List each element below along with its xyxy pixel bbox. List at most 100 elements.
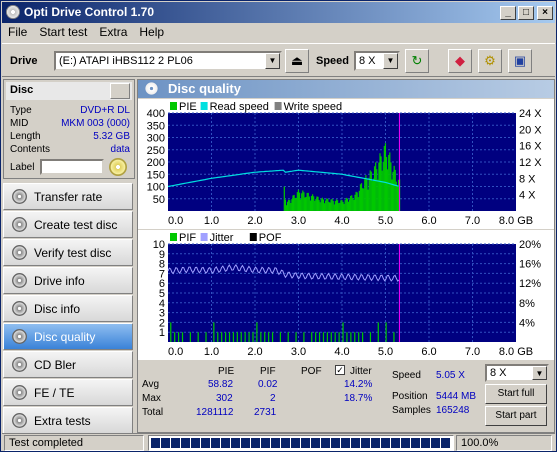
menu-file[interactable]: File bbox=[2, 23, 33, 41]
pie-bar bbox=[363, 188, 365, 211]
pie-bar bbox=[344, 200, 346, 211]
avg-jitter: 14.2% bbox=[344, 379, 373, 390]
x-tick-label: 1.0 bbox=[204, 346, 219, 358]
disc-icon bbox=[12, 245, 27, 260]
menu-help[interactable]: Help bbox=[133, 23, 170, 41]
save-button[interactable]: ▣ bbox=[508, 49, 532, 73]
speed-select[interactable]: 8 X ▼ bbox=[354, 51, 400, 71]
pie-bar bbox=[313, 196, 315, 211]
main-panel: Disc quality 400 350 300 250 200 150 100 50 24 X… bbox=[137, 79, 555, 433]
refresh-button[interactable]: ↻ bbox=[405, 49, 429, 73]
menu-start-test[interactable]: Start test bbox=[33, 23, 93, 41]
legend-label: Read speed bbox=[210, 101, 269, 113]
section-header: Disc quality bbox=[138, 80, 554, 98]
nav-item-create-test-disc[interactable]: Create test disc bbox=[3, 211, 133, 238]
nav-item-disc-quality[interactable]: Disc quality bbox=[3, 323, 133, 350]
pie-bar bbox=[345, 197, 347, 211]
speed-stat-label: Speed bbox=[392, 370, 421, 381]
pie-bar bbox=[352, 198, 354, 211]
erase-button[interactable]: ◆ bbox=[448, 49, 472, 73]
pie-bar bbox=[387, 169, 389, 211]
pif-bar bbox=[170, 322, 172, 342]
nav-item-cd-bler[interactable]: CD Bler bbox=[3, 351, 133, 378]
pie-bar bbox=[326, 198, 328, 211]
disc-value: MKM 003 (000) bbox=[61, 118, 130, 129]
pie-bar bbox=[393, 165, 395, 211]
settings-button[interactable]: ⚙ bbox=[478, 49, 502, 73]
pie-bar bbox=[291, 199, 293, 211]
pie-bar bbox=[343, 203, 345, 211]
toolbar: Drive (E:) ATAPI iHBS112 2 PL06 ▼ ⏏ Spee… bbox=[2, 43, 555, 77]
pie-bar bbox=[340, 200, 342, 211]
pie-bar bbox=[346, 198, 348, 211]
pie-bar bbox=[335, 199, 338, 211]
nav-item-verify-test-disc[interactable]: Verify test disc bbox=[3, 239, 133, 266]
pie-bar bbox=[397, 179, 400, 211]
start-part-button[interactable]: Start part bbox=[485, 406, 547, 426]
pie-bar bbox=[360, 183, 363, 211]
pie-bar bbox=[380, 156, 382, 211]
start-full-button[interactable]: Start full bbox=[485, 384, 547, 404]
maximize-button[interactable]: □ bbox=[518, 6, 534, 20]
menu-extra[interactable]: Extra bbox=[93, 23, 133, 41]
pie-bar bbox=[356, 192, 358, 211]
disc-icon bbox=[12, 385, 27, 400]
pie-bar bbox=[333, 204, 335, 211]
disc-refresh-button[interactable] bbox=[110, 83, 130, 99]
legend-swatch bbox=[170, 233, 177, 241]
disc-icon[interactable] bbox=[109, 158, 127, 176]
x-tick-label: 1.0 bbox=[204, 215, 219, 227]
avg-label: Avg bbox=[142, 379, 160, 390]
nav-item-drive-info[interactable]: Drive info bbox=[3, 267, 133, 294]
pie-bar bbox=[305, 196, 307, 211]
pif-bar bbox=[311, 332, 313, 342]
pie-bar bbox=[298, 192, 301, 211]
speed-stat-select[interactable]: 8 X ▼ bbox=[485, 364, 549, 382]
disc-key: Length bbox=[10, 131, 41, 142]
stat-head-pie: PIE bbox=[218, 366, 235, 377]
pie-bar bbox=[353, 199, 355, 211]
y-tick-label: 50 bbox=[153, 194, 165, 206]
nav-item-fe-te[interactable]: FE / TE bbox=[3, 379, 133, 406]
y2-tick-label: 12% bbox=[519, 278, 541, 290]
nav-item-extra-tests[interactable]: Extra tests bbox=[3, 407, 133, 434]
y-tick-label: 350 bbox=[147, 120, 165, 132]
pif-bar bbox=[232, 332, 235, 342]
disc-key: Type bbox=[10, 105, 32, 116]
pif-bar bbox=[322, 332, 325, 342]
pie-bar bbox=[358, 190, 360, 211]
nav-item-transfer-rate[interactable]: Transfer rate bbox=[3, 183, 133, 210]
minimize-button[interactable]: _ bbox=[500, 6, 516, 20]
pie-bar bbox=[323, 203, 326, 211]
pie-bar bbox=[316, 196, 318, 211]
progress-bar bbox=[148, 435, 454, 451]
pie-bar bbox=[383, 145, 385, 211]
pif-bar bbox=[350, 332, 352, 342]
drive-select[interactable]: (E:) ATAPI iHBS112 2 PL06 ▼ bbox=[54, 51, 282, 71]
pie-bar bbox=[384, 143, 387, 211]
disc-icon bbox=[12, 329, 27, 344]
pie-bar bbox=[371, 181, 373, 211]
pie-bar bbox=[392, 171, 394, 211]
pie-bar bbox=[350, 195, 352, 211]
nav-item-disc-info[interactable]: Disc info bbox=[3, 295, 133, 322]
label-input[interactable] bbox=[40, 159, 104, 175]
legend-label: POF bbox=[259, 232, 282, 244]
pif-bar bbox=[205, 332, 207, 342]
nav-item-label: Verify test disc bbox=[34, 246, 112, 260]
eject-button[interactable]: ⏏ bbox=[285, 49, 309, 73]
pif-bar bbox=[240, 332, 242, 342]
pie-bar bbox=[307, 192, 309, 211]
speed-label: Speed bbox=[316, 55, 350, 67]
position-value: 5444 MB bbox=[436, 391, 477, 402]
pif-bar bbox=[189, 332, 191, 342]
jitter-checkbox[interactable]: ✓ bbox=[335, 365, 345, 375]
stat-head-jitter: Jitter bbox=[350, 366, 372, 377]
section-title: Disc quality bbox=[168, 81, 241, 96]
pie-bar bbox=[303, 192, 305, 211]
close-button[interactable]: × bbox=[537, 6, 553, 20]
y-tick-label: 400 bbox=[147, 108, 165, 120]
pie-bar bbox=[289, 200, 291, 211]
pie-bar bbox=[372, 178, 375, 211]
pie-bar bbox=[283, 186, 285, 211]
